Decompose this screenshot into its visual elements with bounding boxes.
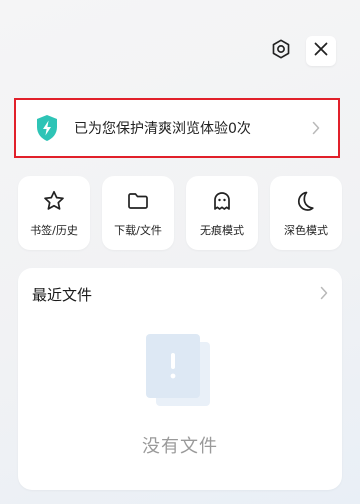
recent-files-title: 最近文件 [32,286,93,304]
ghost-icon [209,188,235,214]
close-button[interactable] [306,36,336,66]
incognito-mode-label: 无痕模式 [200,224,244,237]
empty-file-icon [144,334,216,410]
moon-icon [293,188,319,214]
close-icon [313,41,329,61]
settings-hexagon-icon [270,38,292,64]
settings-button[interactable] [266,36,296,66]
recent-files-empty-state: 没有文件 [18,334,342,458]
quick-actions: 书签/历史 下载/文件 无痕模式 深色模式 [18,176,342,250]
protection-text: 已为您保护清爽浏览体验0次 [74,121,251,137]
shield-lightning-icon [34,114,60,142]
bookmarks-history-label: 书签/历史 [30,224,78,237]
folder-icon [125,188,151,214]
protection-banner[interactable]: 已为您保护清爽浏览体验0次 [14,98,340,158]
incognito-mode-button[interactable]: 无痕模式 [186,176,258,250]
downloads-files-label: 下载/文件 [114,224,162,237]
recent-files-header[interactable]: 最近文件 [32,284,328,305]
top-actions [266,36,336,66]
downloads-files-button[interactable]: 下载/文件 [102,176,174,250]
dark-mode-button[interactable]: 深色模式 [270,176,342,250]
recent-files-card: 最近文件 没有文件 [18,268,342,490]
empty-files-text: 没有文件 [142,436,218,457]
bookmarks-history-button[interactable]: 书签/历史 [18,176,90,250]
chevron-right-icon [320,285,328,304]
star-icon [41,188,67,214]
dark-mode-label: 深色模式 [284,224,328,237]
chevron-right-icon [312,121,322,135]
